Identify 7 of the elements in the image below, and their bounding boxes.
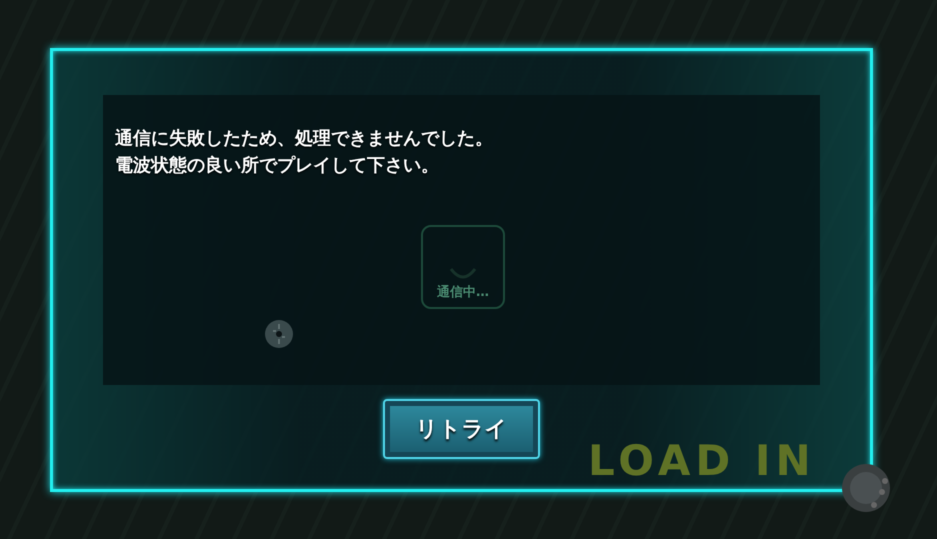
indicator-label: 通信中…: [437, 284, 489, 301]
disc-icon: [264, 319, 294, 349]
smile-arc-icon: [449, 267, 477, 279]
retry-button[interactable]: リトライ: [383, 399, 540, 459]
gear-disc-icon: [840, 462, 892, 514]
loading-text: LOAD IN: [588, 440, 816, 482]
error-message: 通信に失敗したため、処理できませんでした。 電波状態の良い所でプレイして下さい。: [115, 127, 494, 178]
